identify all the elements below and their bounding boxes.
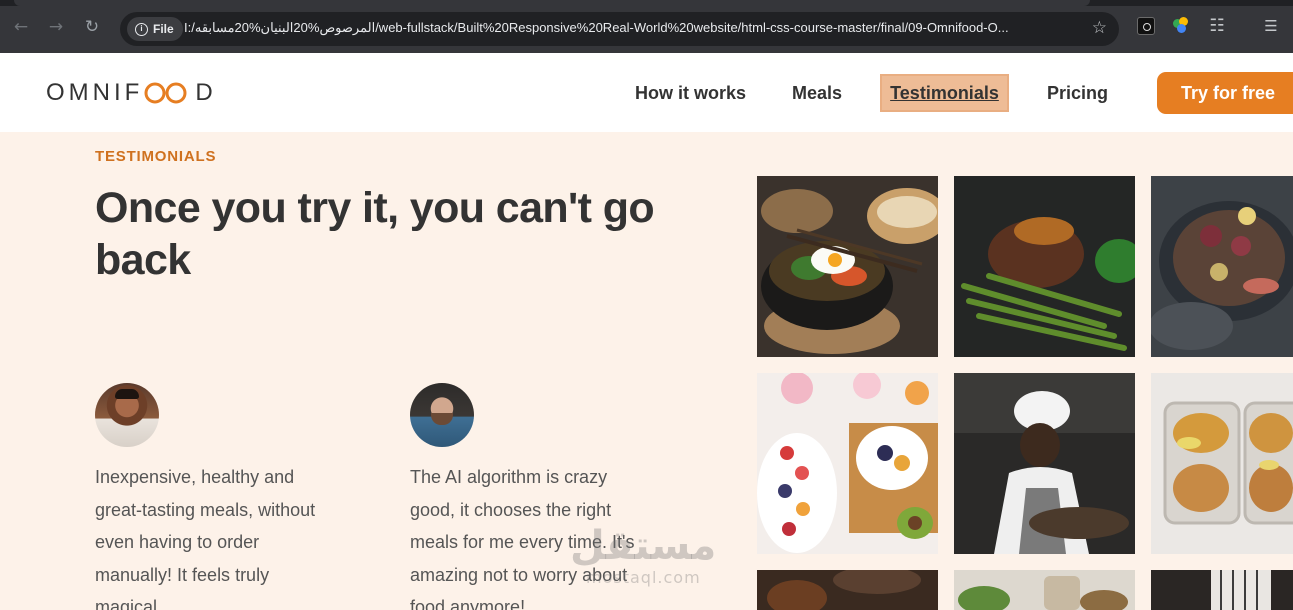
watermark-arabic: مستقل	[570, 523, 717, 569]
gallery-image-salad-jar-photo	[954, 570, 1135, 610]
forward-icon[interactable]: →	[44, 15, 68, 39]
nav-link-pricing[interactable]: Pricing	[1047, 76, 1108, 110]
nav-link-testimonials[interactable]: Testimonials	[880, 74, 1009, 112]
gallery-image-steak-with-green-beans	[954, 176, 1135, 357]
watermark: مستقل mostaql.com	[570, 524, 716, 587]
section-eyebrow: TESTIMONIALS	[95, 148, 217, 165]
watermark-latin: mostaql.com	[586, 568, 701, 587]
gallery-image-fruit-bowl-with-flowers	[757, 373, 938, 554]
extension-icon[interactable]	[1137, 17, 1155, 35]
reload-icon[interactable]: ↻	[80, 15, 104, 39]
site-header: OMNIF D How it works Meals Testimonials …	[0, 53, 1293, 132]
gallery-image-dark-food-photo	[757, 570, 938, 610]
testimonials-section: TESTIMONIALS Once you try it, you can't …	[0, 132, 1293, 610]
colorful-extension-icon[interactable]	[1172, 17, 1190, 35]
url-text[interactable]: I:/المرصوص%20البنيان%20مسابقه/web-fullst…	[184, 20, 1074, 38]
bookmark-star-icon[interactable]: ☆	[1092, 18, 1107, 38]
active-tab[interactable]	[14, 0, 1090, 6]
customer-avatar	[95, 383, 159, 447]
info-icon: i	[135, 22, 148, 36]
site-info-label: File	[153, 22, 174, 36]
testimonial-quote: Inexpensive, healthy and great-tasting m…	[95, 467, 316, 610]
extensions-puzzle-icon[interactable]: ☷	[1208, 17, 1226, 35]
infinity-logo-icon	[144, 82, 187, 104]
try-for-free-button[interactable]: Try for free	[1157, 72, 1293, 114]
gallery-image-chef-cooking	[954, 373, 1135, 554]
logo-text-prefix: OMNIF	[46, 79, 144, 106]
gallery-image-bibimbap-bowl	[757, 176, 938, 357]
logo-text-suffix: D	[195, 79, 217, 106]
tab-strip	[0, 0, 1293, 6]
gallery-image-chickpea-meal-prep-boxes	[1151, 373, 1293, 554]
address-bar[interactable]: i File I:/المرصوص%20البنيان%20مسابقه/web…	[120, 12, 1119, 46]
nav-link-how-it-works[interactable]: How it works	[635, 76, 746, 110]
gallery-image-figs-and-prosciutto-plate	[1151, 176, 1293, 357]
browser-toolbar: ← → ↻ i File I:/المرصوص%20البنيان%20مساب…	[0, 0, 1293, 53]
back-icon[interactable]: ←	[9, 15, 33, 39]
customer-avatar	[410, 383, 474, 447]
media-controls-icon[interactable]: ☰	[1262, 17, 1280, 35]
site-info-chip[interactable]: i File	[127, 17, 183, 41]
omnifood-logo[interactable]: OMNIF D	[46, 79, 217, 107]
nav-link-meals[interactable]: Meals	[792, 76, 842, 110]
gallery-image-chef-apron-photo	[1151, 570, 1293, 610]
section-heading: Once you try it, you can't go back	[95, 184, 655, 284]
